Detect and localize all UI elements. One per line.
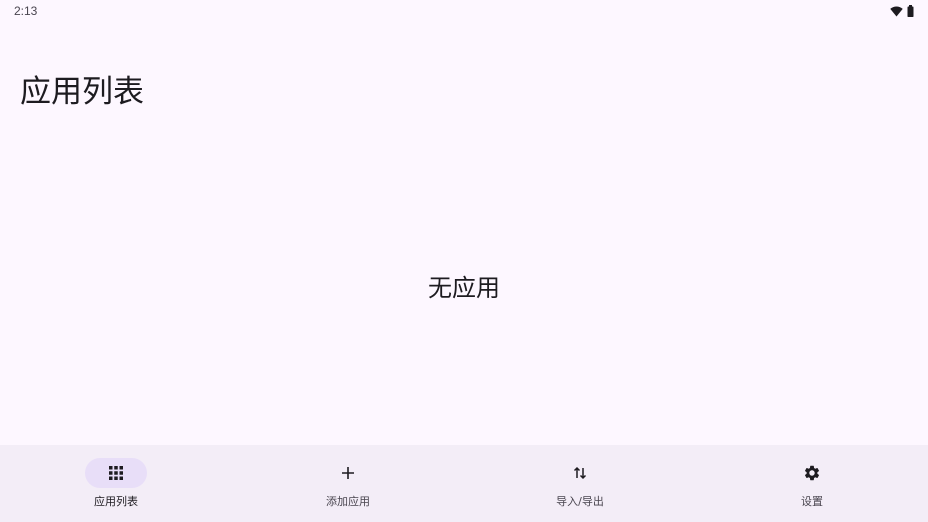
nav-item-app-list[interactable]: 应用列表	[0, 445, 232, 522]
nav-label-import-export: 导入/导出	[556, 495, 604, 508]
wifi-icon	[890, 5, 903, 17]
page-title: 应用列表	[20, 74, 144, 110]
app-screen: 2:13 应用列表 无应用 应用列表 添加应用 导入/导出 设置	[0, 0, 928, 522]
import-export-icon	[572, 465, 588, 481]
empty-state-message: 无应用	[428, 274, 500, 302]
status-icons	[890, 5, 914, 17]
nav-active-indicator	[85, 458, 147, 488]
battery-icon	[907, 5, 914, 17]
gear-icon	[803, 464, 821, 482]
status-time: 2:13	[14, 4, 38, 18]
bottom-navigation: 应用列表 添加应用 导入/导出 设置	[0, 445, 928, 522]
status-bar: 2:13	[0, 0, 928, 24]
add-icon	[340, 465, 356, 481]
nav-label-add-app: 添加应用	[326, 495, 370, 508]
nav-item-settings[interactable]: 设置	[696, 445, 928, 522]
nav-label-app-list: 应用列表	[94, 495, 138, 508]
nav-label-settings: 设置	[801, 495, 823, 508]
nav-item-import-export[interactable]: 导入/导出	[464, 445, 696, 522]
apps-grid-icon	[108, 465, 124, 481]
nav-item-add-app[interactable]: 添加应用	[232, 445, 464, 522]
